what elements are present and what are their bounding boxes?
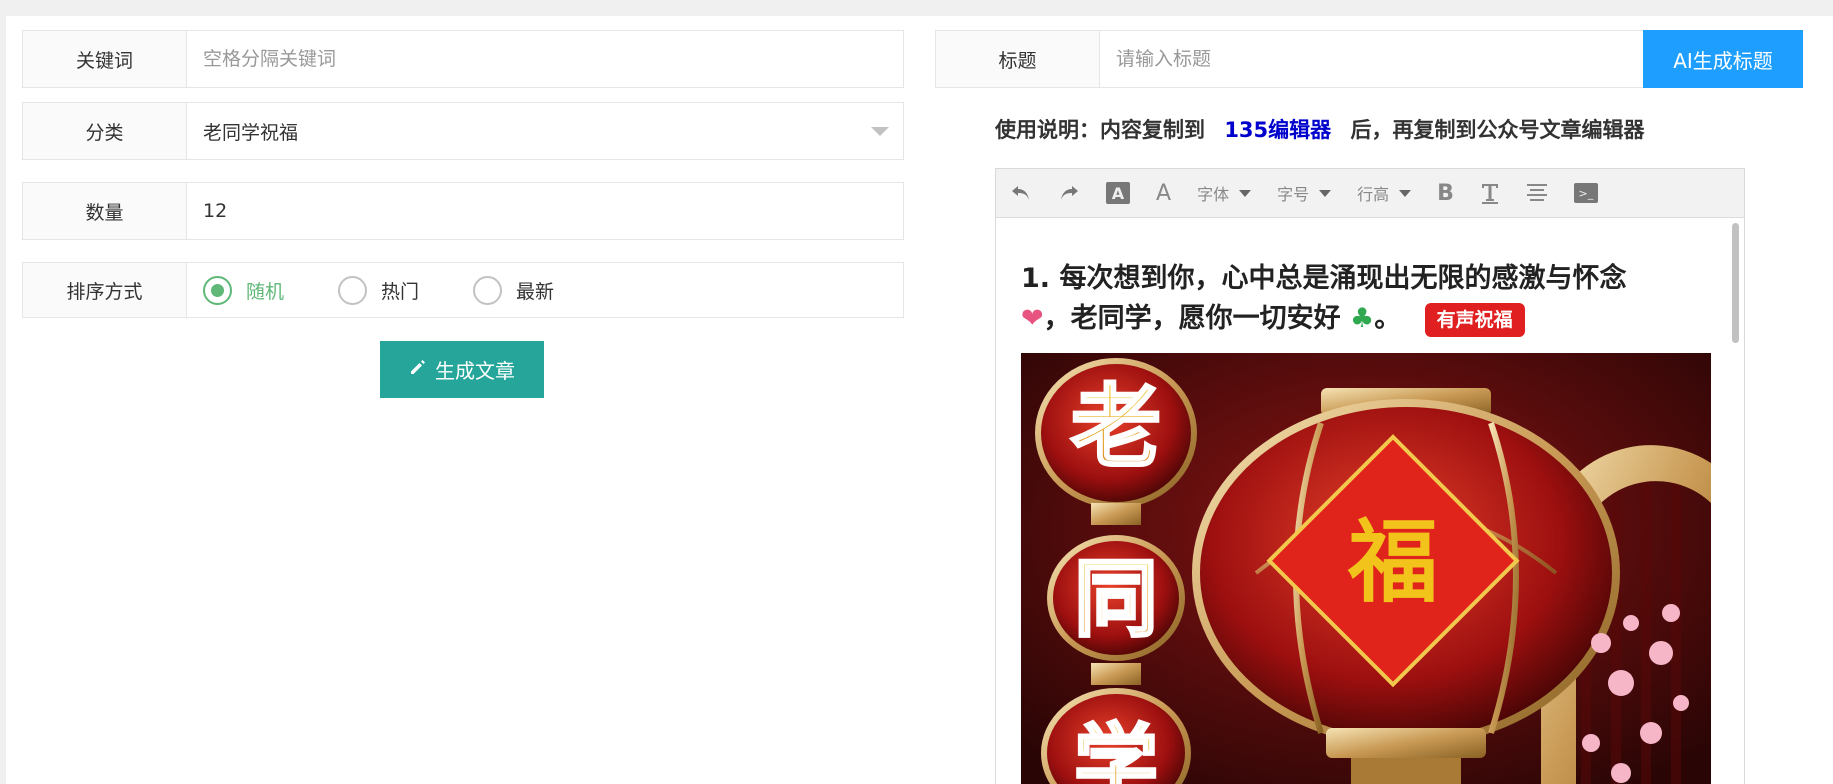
sort-options: 随机 热门 最新 <box>187 263 903 317</box>
editor-scrollbar[interactable] <box>1732 223 1739 343</box>
sort-row: 排序方式 随机 热门 最新 <box>22 262 904 318</box>
align-icon[interactable] <box>1526 183 1548 203</box>
clover-icon: ♣ <box>1350 303 1375 334</box>
count-row: 数量 <box>22 182 904 240</box>
title-label: 标题 <box>936 31 1100 87</box>
category-value: 老同学祝福 <box>203 121 299 144</box>
caret-down-icon <box>1319 189 1332 197</box>
sort-option-newest[interactable]: 最新 <box>473 275 555 305</box>
sort-option-random[interactable]: 随机 <box>203 275 285 305</box>
poster-char-3: 学 <box>1074 715 1158 784</box>
background-color-icon[interactable]: A <box>1106 182 1130 204</box>
sort-option-label: 随机 <box>246 280 285 303</box>
keyword-field-wrap <box>187 31 903 87</box>
poster-char-2: 同 <box>1074 550 1158 648</box>
poster-fu-char: 福 <box>1347 510 1438 615</box>
sort-label: 排序方式 <box>23 263 187 317</box>
generate-article-label: 生成文章 <box>435 361 515 383</box>
count-label: 数量 <box>23 183 187 239</box>
title-input[interactable] <box>1116 48 1643 70</box>
usage-instructions: 使用说明：内容复制到 135编辑器 后，再复制到公众号文章编辑器 <box>995 114 1644 144</box>
editor-content[interactable]: 1. 每次想到你，心中总是涌现出无限的感激与怀念 ❤，老同学，愿你一切安好 ♣。… <box>996 219 1744 784</box>
undo-icon[interactable] <box>1010 183 1032 203</box>
font-size-label: 字号 <box>1277 185 1310 204</box>
keyword-input[interactable] <box>203 48 903 70</box>
font-color-icon[interactable]: A <box>1156 181 1171 206</box>
keyword-label: 关键词 <box>23 31 187 87</box>
title-row: 标题 AI生成标题 <box>935 30 1803 88</box>
font-family-dropdown[interactable]: 字体 <box>1197 181 1252 205</box>
radio-unchecked-icon <box>338 275 368 305</box>
source-code-icon[interactable]: >_ <box>1573 183 1598 203</box>
category-label: 分类 <box>23 103 187 159</box>
line-height-dropdown[interactable]: 行高 <box>1357 181 1412 205</box>
poster-image: 福 老 同 学 <box>1021 353 1711 784</box>
font-size-dropdown[interactable]: 字号 <box>1277 181 1332 205</box>
top-bar <box>0 0 1833 16</box>
caret-down-icon <box>871 127 889 136</box>
count-field-wrap <box>187 183 903 239</box>
sort-option-label: 热门 <box>381 280 420 303</box>
sparkling-heart-icon: ❤ <box>1021 303 1044 334</box>
title-field-wrap <box>1100 31 1643 87</box>
keyword-row: 关键词 <box>22 30 904 88</box>
left-edge <box>0 16 6 784</box>
heading-end: 。 <box>1374 303 1402 334</box>
bold-icon[interactable]: B <box>1437 181 1454 206</box>
radio-unchecked-icon <box>473 275 503 305</box>
caret-down-icon <box>1399 189 1412 197</box>
count-input[interactable] <box>203 200 903 222</box>
sort-option-label: 最新 <box>516 280 555 303</box>
radio-checked-icon <box>203 275 232 305</box>
rich-text-editor: A A 字体 字号 行高 B >_ 1. 每次想到你，心中总是涌现出无限的感激与… <box>995 168 1745 784</box>
sort-option-hot[interactable]: 热门 <box>338 275 420 305</box>
category-select[interactable]: 老同学祝福 <box>187 103 903 159</box>
generate-article-button[interactable]: 生成文章 <box>380 341 544 398</box>
usage-prefix: 使用说明：内容复制到 <box>995 118 1205 142</box>
line-height-label: 行高 <box>1357 185 1390 204</box>
article-heading: 1. 每次想到你，心中总是涌现出无限的感激与怀念 ❤，老同学，愿你一切安好 ♣。… <box>1021 259 1711 339</box>
caret-down-icon <box>1239 189 1252 197</box>
pencil-icon <box>409 358 427 382</box>
heading-text-1: 1. 每次想到你，心中总是涌现出无限的感激与怀念 <box>1021 263 1627 294</box>
poster-char-1: 老 <box>1071 375 1161 480</box>
clear-format-icon[interactable] <box>1480 182 1500 204</box>
category-row: 分类 老同学祝福 <box>22 102 904 160</box>
audio-blessing-badge[interactable]: 有声祝福 <box>1424 302 1525 337</box>
ai-generate-title-button[interactable]: AI生成标题 <box>1643 30 1803 88</box>
usage-suffix: 后，再复制到公众号文章编辑器 <box>1350 118 1645 142</box>
redo-icon[interactable] <box>1058 183 1080 203</box>
heading-text-2: ，老同学，愿你一切安好 <box>1043 303 1341 334</box>
editor-toolbar: A A 字体 字号 行高 B >_ <box>996 169 1744 218</box>
editor-135-link[interactable]: 135编辑器 <box>1224 118 1331 142</box>
font-family-label: 字体 <box>1197 185 1230 204</box>
